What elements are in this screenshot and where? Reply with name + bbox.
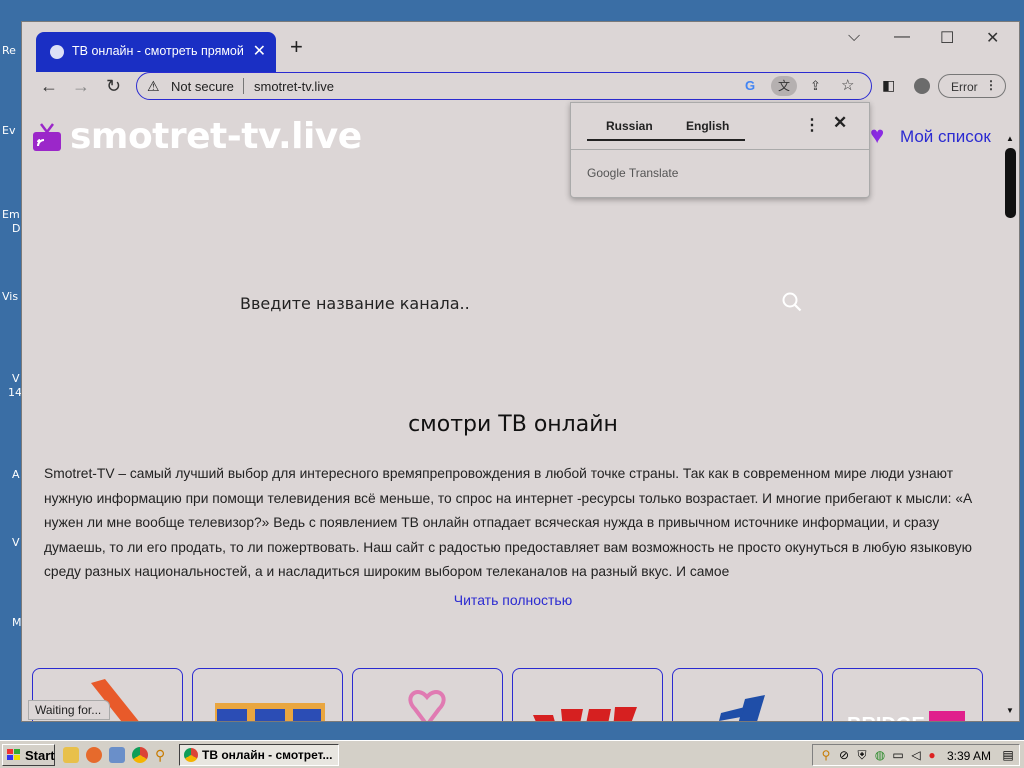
- close-window-button[interactable]: ✕: [986, 28, 999, 48]
- channel-logo: BRIDGE: [847, 711, 965, 722]
- target-language-tab[interactable]: English: [686, 119, 729, 133]
- svg-text:BRIDGE: BRIDGE: [847, 714, 925, 722]
- translate-popup: Russian English ⋮ ✕ Google Translate: [570, 102, 870, 198]
- bookmark-star-icon[interactable]: ☆: [841, 76, 854, 94]
- read-more-link[interactable]: Читать полностью: [28, 592, 998, 608]
- clock[interactable]: 3:39 AM: [947, 749, 991, 763]
- page-content: smotret-tv.live ♥ Мой список смотри ТВ о…: [28, 108, 998, 722]
- taskbar-window-button[interactable]: ТВ онлайн - смотрет...: [179, 744, 339, 766]
- search-icon[interactable]: ⚲: [155, 747, 171, 763]
- channel-logo: [408, 690, 446, 721]
- title-bar: ТВ онлайн - смотреть прямой э ✕ + ⌵ — ☐ …: [22, 22, 1019, 72]
- search-icon[interactable]: [782, 292, 802, 312]
- alert-icon[interactable]: ●: [925, 748, 939, 762]
- folder-icon[interactable]: [63, 747, 79, 763]
- channel-search-input[interactable]: [238, 284, 782, 322]
- reload-button[interactable]: ↻: [106, 76, 121, 97]
- desktop-icon-label: Em: [2, 208, 20, 221]
- heart-icon[interactable]: ♥: [870, 122, 884, 150]
- windows-flag-icon: [7, 749, 20, 760]
- desktop-icon-label: Vis: [2, 290, 19, 303]
- google-lens-icon[interactable]: G: [745, 78, 755, 93]
- search-box: [238, 284, 808, 322]
- browser-window: ТВ онлайн - смотреть прямой э ✕ + ⌵ — ☐ …: [21, 21, 1020, 722]
- close-icon[interactable]: ✕: [833, 113, 847, 133]
- channel-card[interactable]: [512, 668, 663, 721]
- divider: [571, 149, 869, 150]
- site-logo[interactable]: smotret-tv.live: [70, 116, 362, 157]
- more-options-icon[interactable]: ⋮: [804, 115, 820, 135]
- tab-underline: [587, 139, 745, 141]
- channel-card[interactable]: [672, 668, 823, 721]
- side-panel-icon[interactable]: ◧: [882, 77, 895, 94]
- minimize-button[interactable]: —: [894, 28, 910, 46]
- google-word: Google: [587, 166, 626, 180]
- warning-icon[interactable]: ⚠: [147, 78, 160, 95]
- desktop-icon-label: A: [12, 468, 20, 481]
- maximize-button[interactable]: ☐: [940, 28, 954, 48]
- vertical-scrollbar[interactable]: ▲ ▼: [1002, 102, 1019, 721]
- site-description: Smotret-TV – самый лучший выбор для инте…: [44, 466, 973, 580]
- desktop-icon-label: V: [12, 372, 20, 385]
- error-button[interactable]: Error ⋮: [938, 74, 1006, 98]
- channel-card[interactable]: BRIDGE: [832, 668, 983, 722]
- channel-card[interactable]: [192, 668, 343, 721]
- desktop-icon-label: Ev: [2, 124, 16, 137]
- channel-card[interactable]: [352, 668, 503, 721]
- scroll-down-arrow-icon[interactable]: ▼: [1006, 706, 1014, 715]
- browser-tab[interactable]: ТВ онлайн - смотреть прямой э ✕: [36, 32, 276, 72]
- new-tab-button[interactable]: +: [290, 36, 303, 58]
- desktop-icon-label: V: [12, 536, 20, 549]
- scroll-up-arrow-icon[interactable]: ▲: [1006, 134, 1014, 143]
- security-label[interactable]: Not secure: [171, 79, 234, 94]
- volume-icon[interactable]: ◁: [909, 748, 923, 762]
- tv-logo-icon[interactable]: [31, 122, 63, 152]
- desktop-icon-label: Re: [2, 44, 16, 57]
- url-text[interactable]: smotret-tv.live: [254, 79, 334, 94]
- globe-icon: [50, 45, 64, 59]
- desktop-icon-label: D: [12, 222, 21, 235]
- chrome-icon[interactable]: [132, 747, 148, 763]
- back-button[interactable]: ←: [40, 76, 58, 97]
- start-button[interactable]: Start: [2, 744, 55, 766]
- taskbar-window-title: ТВ онлайн - смотрет...: [202, 748, 333, 762]
- divider: [243, 78, 244, 94]
- channel-logo: [719, 695, 765, 721]
- start-label: Start: [25, 748, 55, 763]
- status-bubble: Waiting for...: [28, 700, 111, 720]
- globe-icon[interactable]: ◍: [873, 748, 887, 762]
- source-language-tab[interactable]: Russian: [606, 119, 653, 133]
- chrome-icon: [184, 748, 198, 762]
- translate-icon[interactable]: 文: [771, 76, 797, 96]
- desktop-icon-label: 14: [8, 386, 22, 399]
- search-tray-icon[interactable]: ⚲: [819, 748, 833, 762]
- firefox-icon[interactable]: [86, 747, 102, 763]
- profile-avatar[interactable]: [914, 78, 930, 94]
- taskbar: Start ⚲ ТВ онлайн - смотрет... ⚲ ⊘ ⛨ ◍ ▭…: [0, 740, 1024, 768]
- scroll-thumb[interactable]: [1005, 148, 1016, 218]
- my-list-link[interactable]: Мой список: [900, 127, 991, 147]
- system-tray: ⚲ ⊘ ⛨ ◍ ▭ ◁ ● 3:39 AM ▤: [812, 744, 1020, 766]
- menu-dots-icon: ⋮: [985, 78, 997, 92]
- network-off-icon[interactable]: ⊘: [837, 748, 851, 762]
- shield-icon[interactable]: ⛨: [855, 748, 869, 762]
- error-label: Error: [951, 80, 978, 94]
- tab-close-icon[interactable]: ✕: [253, 41, 266, 61]
- google-translate-brand: Google Translate: [587, 166, 678, 180]
- forward-button[interactable]: →: [72, 76, 90, 97]
- address-bar[interactable]: ⚠ Not secure smotret-tv.live G 文 ⇪ ☆: [136, 72, 872, 100]
- tab-title: ТВ онлайн - смотреть прямой э: [72, 44, 247, 58]
- display-icon[interactable]: ▭: [891, 748, 905, 762]
- tab-search-icon[interactable]: ⌵: [848, 28, 860, 46]
- translate-word: Translate: [628, 166, 679, 180]
- terminal-icon[interactable]: [109, 747, 125, 763]
- page-heading: смотри ТВ онлайн: [408, 412, 618, 437]
- channel-logo: [533, 707, 637, 721]
- notification-icon[interactable]: ▤: [1001, 748, 1015, 762]
- browser-toolbar: ← → ↻ ⚠ Not secure smotret-tv.live G 文 ⇪…: [22, 72, 1019, 102]
- channel-logo: [215, 703, 325, 721]
- share-icon[interactable]: ⇪: [810, 78, 821, 94]
